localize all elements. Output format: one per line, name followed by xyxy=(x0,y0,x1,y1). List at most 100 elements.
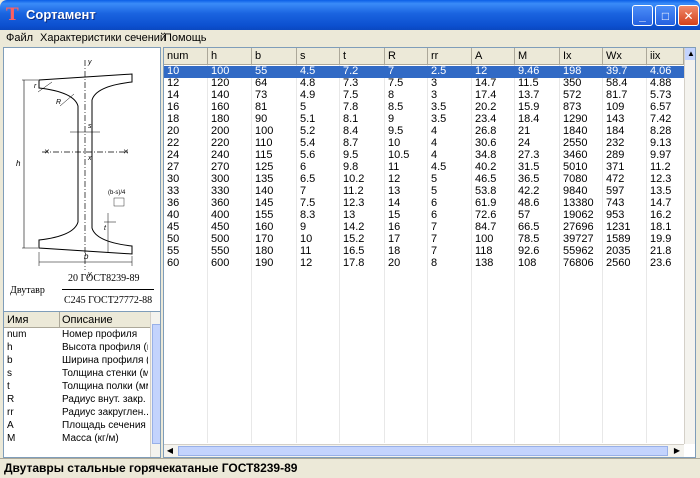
desc-header-name[interactable]: Имя xyxy=(7,314,28,326)
grid-cell[interactable]: 31.5 xyxy=(515,161,560,173)
desc-table-scrollbar[interactable] xyxy=(150,312,160,457)
grid-cell[interactable]: 5 xyxy=(428,173,472,185)
grid-cell[interactable]: 13 xyxy=(385,185,428,197)
grid-cell[interactable]: 72.6 xyxy=(472,209,515,221)
grid-cell[interactable]: 3 xyxy=(428,77,472,89)
grid-cell[interactable]: 170 xyxy=(252,233,297,245)
grid-header-m[interactable]: M xyxy=(515,48,560,65)
grid-cell[interactable]: 12 xyxy=(297,257,340,269)
grid-cell[interactable]: 100 xyxy=(472,233,515,245)
grid-cell[interactable]: 16.2 xyxy=(647,209,684,221)
grid-cell[interactable]: 17.8 xyxy=(340,257,385,269)
grid-cell[interactable]: 350 xyxy=(560,77,603,89)
grid-header-s[interactable]: s xyxy=(297,48,340,65)
menu-help[interactable]: Помощь xyxy=(164,32,207,44)
grid-cell[interactable]: 120 xyxy=(208,77,252,89)
grid-cell[interactable]: 12 xyxy=(385,173,428,185)
grid-cell[interactable]: 18.1 xyxy=(647,221,684,233)
grid-cell[interactable]: 8 xyxy=(385,89,428,101)
grid-cell[interactable]: 7.42 xyxy=(647,113,684,125)
grid-cell[interactable]: 232 xyxy=(603,137,647,149)
grid-cell[interactable]: 135 xyxy=(252,173,297,185)
grid-cell[interactable]: 39.7 xyxy=(603,65,647,77)
desc-table-row[interactable]: s Толщина стенки (м xyxy=(4,368,150,380)
grid-cell[interactable]: 11.5 xyxy=(515,77,560,89)
grid-cell[interactable]: 7 xyxy=(297,185,340,197)
title-bar[interactable]: Τ Сортамент _ □ ✕ xyxy=(0,0,700,30)
grid-cell[interactable]: 7 xyxy=(428,245,472,257)
grid-cell[interactable]: 64 xyxy=(252,77,297,89)
grid-cell[interactable]: 8 xyxy=(428,257,472,269)
grid-cell[interactable]: 180 xyxy=(252,245,297,257)
grid-cell[interactable]: 953 xyxy=(603,209,647,221)
minimize-button[interactable]: _ xyxy=(632,5,653,26)
grid-cell[interactable]: 597 xyxy=(603,185,647,197)
grid-horizontal-scrollbar[interactable]: ◀ ▶ xyxy=(164,444,684,457)
grid-cell[interactable]: 36 xyxy=(164,197,208,209)
grid-cell[interactable]: 8.5 xyxy=(385,101,428,113)
grid-cell[interactable]: 180 xyxy=(208,113,252,125)
desc-table-row[interactable]: t Толщина полки (мм xyxy=(4,381,150,393)
grid-cell[interactable]: 5010 xyxy=(560,161,603,173)
grid-header-iix[interactable]: iix xyxy=(647,48,684,65)
grid-cell[interactable]: 8.1 xyxy=(340,113,385,125)
grid-cell[interactable]: 240 xyxy=(208,149,252,161)
desc-table-row[interactable]: num Номер профиля xyxy=(4,329,150,341)
grid-cell[interactable]: 40.2 xyxy=(472,161,515,173)
grid-cell[interactable]: 2550 xyxy=(560,137,603,149)
grid-cell[interactable]: 160 xyxy=(208,101,252,113)
grid-cell[interactable]: 190 xyxy=(252,257,297,269)
grid-cell[interactable]: 6 xyxy=(297,161,340,173)
grid-cell[interactable]: 14 xyxy=(164,89,208,101)
grid-cell[interactable]: 289 xyxy=(603,149,647,161)
grid-cell[interactable]: 24 xyxy=(515,137,560,149)
grid-cell[interactable]: 57 xyxy=(515,209,560,221)
grid-cell[interactable]: 14.7 xyxy=(472,77,515,89)
grid-cell[interactable]: 20.2 xyxy=(472,101,515,113)
grid-cell[interactable]: 100 xyxy=(252,125,297,137)
grid-cell[interactable]: 5 xyxy=(428,185,472,197)
maximize-button[interactable]: □ xyxy=(655,5,676,26)
grid-cell[interactable]: 34.8 xyxy=(472,149,515,161)
grid-cell[interactable]: 4.9 xyxy=(297,89,340,101)
grid-cell[interactable]: 16 xyxy=(385,221,428,233)
grid-cell[interactable]: 7.8 xyxy=(340,101,385,113)
grid-cell[interactable]: 42.2 xyxy=(515,185,560,197)
grid-cell[interactable]: 9.13 xyxy=(647,137,684,149)
grid-cell[interactable]: 22 xyxy=(164,137,208,149)
grid-cell[interactable]: 198 xyxy=(560,65,603,77)
grid-cell[interactable]: 18 xyxy=(385,245,428,257)
grid-cell[interactable]: 18.4 xyxy=(515,113,560,125)
grid-header-num[interactable]: num xyxy=(164,48,208,65)
grid-cell[interactable]: 7 xyxy=(428,221,472,233)
grid-cell[interactable]: 84.7 xyxy=(472,221,515,233)
grid-cell[interactable]: 6 xyxy=(428,197,472,209)
grid-cell[interactable]: 2035 xyxy=(603,245,647,257)
grid-cell[interactable]: 27.3 xyxy=(515,149,560,161)
grid-header-ix[interactable]: Ix xyxy=(560,48,603,65)
grid-cell[interactable]: 92.6 xyxy=(515,245,560,257)
grid-cell[interactable]: 48.6 xyxy=(515,197,560,209)
grid-cell[interactable]: 50 xyxy=(164,233,208,245)
grid-cell[interactable]: 11.2 xyxy=(647,161,684,173)
grid-cell[interactable]: 743 xyxy=(603,197,647,209)
grid-cell[interactable]: 155 xyxy=(252,209,297,221)
desc-scroll-thumb[interactable] xyxy=(152,324,160,444)
grid-cell[interactable]: 5.2 xyxy=(297,125,340,137)
grid-cell[interactable]: 14.2 xyxy=(340,221,385,233)
grid-header-b[interactable]: b xyxy=(252,48,297,65)
grid-cell[interactable]: 27 xyxy=(164,161,208,173)
grid-cell[interactable]: 12.3 xyxy=(647,173,684,185)
grid-cell[interactable]: 46.5 xyxy=(472,173,515,185)
grid-cell[interactable]: 10.2 xyxy=(340,173,385,185)
grid-cell[interactable]: 30.6 xyxy=(472,137,515,149)
grid-cell[interactable]: 36.5 xyxy=(515,173,560,185)
grid-cell[interactable]: 118 xyxy=(472,245,515,257)
grid-cell[interactable]: 61.9 xyxy=(472,197,515,209)
grid-cell[interactable]: 550 xyxy=(208,245,252,257)
grid-cell[interactable]: 7 xyxy=(428,233,472,245)
grid-cell[interactable]: 160 xyxy=(252,221,297,233)
grid-cell[interactable]: 73 xyxy=(252,89,297,101)
grid-cell[interactable]: 9 xyxy=(385,113,428,125)
grid-cell[interactable]: 8.7 xyxy=(340,137,385,149)
